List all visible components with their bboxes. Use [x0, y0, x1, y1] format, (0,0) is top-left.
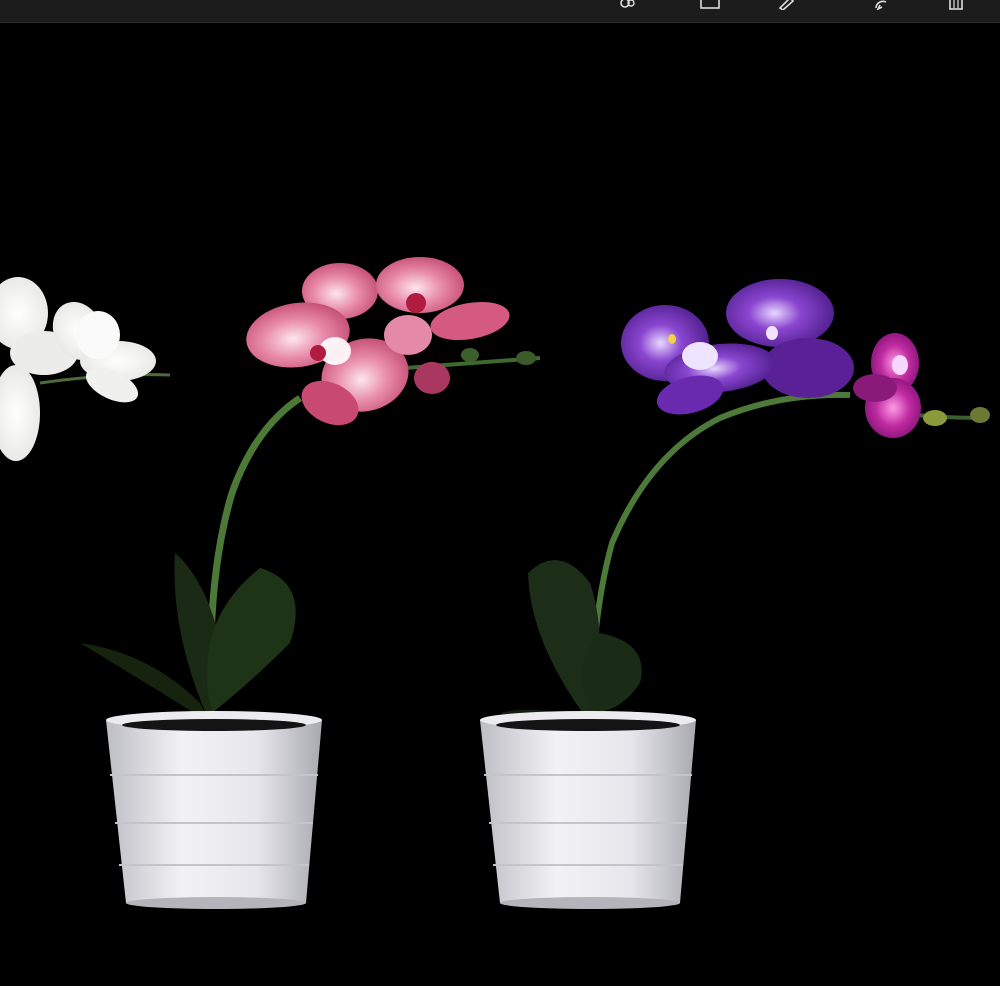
photo-viewer [0, 23, 1000, 986]
left-pot [106, 711, 322, 909]
edit-icon[interactable] [776, 0, 798, 10]
orchid-photo [0, 23, 1000, 986]
right-pot [480, 711, 696, 909]
viewer-toolbar [0, 0, 1000, 23]
delete-icon[interactable] [945, 0, 967, 10]
people-icon[interactable] [616, 0, 638, 10]
rotate-icon[interactable] [870, 0, 892, 10]
frame-icon[interactable] [699, 0, 721, 10]
